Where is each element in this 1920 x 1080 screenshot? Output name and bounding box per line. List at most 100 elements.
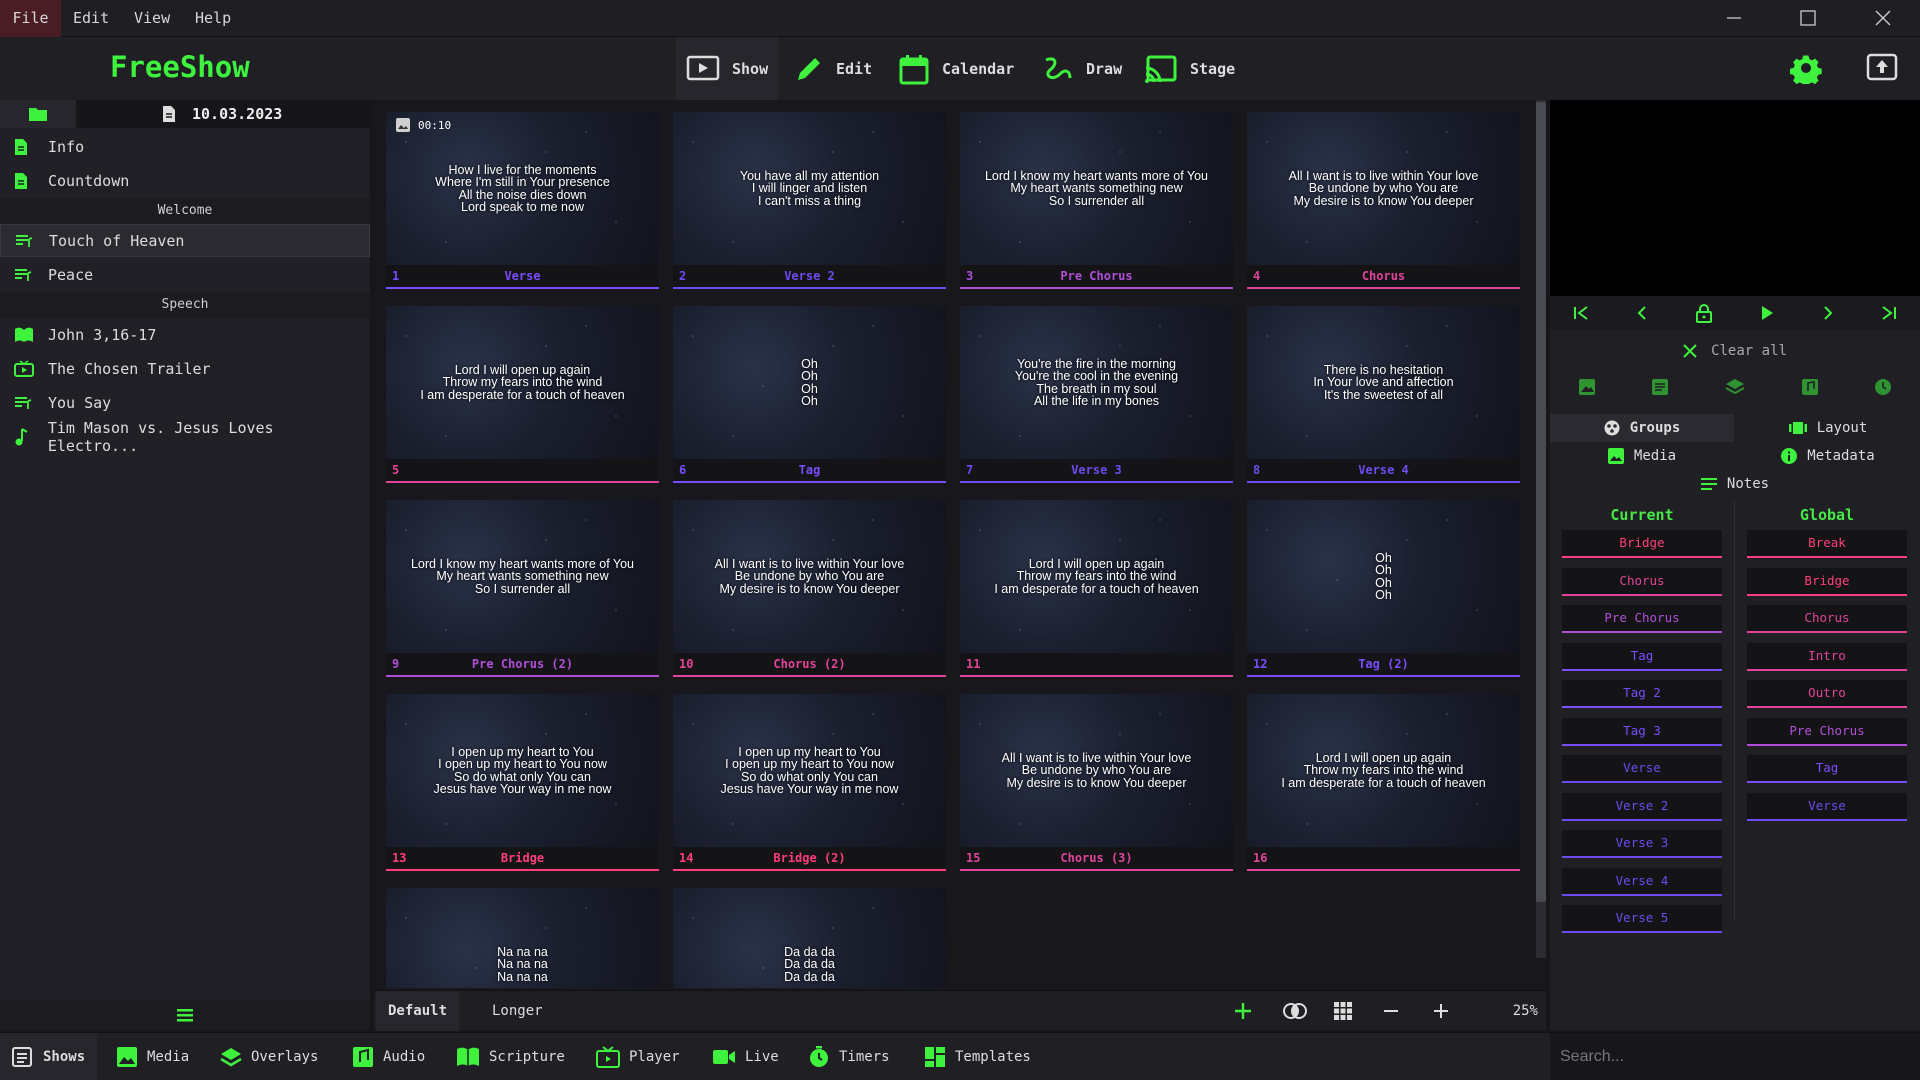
slide-card[interactable]: There is no hesitation In Your love and a… bbox=[1247, 306, 1520, 486]
drawer-tab-live[interactable]: Live bbox=[700, 1033, 791, 1080]
global-group-button[interactable]: Break bbox=[1747, 530, 1907, 558]
play-button[interactable] bbox=[1759, 305, 1775, 321]
slide-card[interactable]: Oh Oh Oh Oh 6 Tag bbox=[673, 306, 946, 486]
project-section-header[interactable]: Welcome bbox=[0, 198, 370, 224]
current-group-button[interactable]: Verse 2 bbox=[1562, 792, 1722, 821]
slide-card[interactable]: Lord I know my heart wants more of You My… bbox=[960, 112, 1233, 292]
previous-slide-button[interactable] bbox=[1634, 305, 1650, 321]
current-group-button[interactable]: Tag 2 bbox=[1562, 680, 1722, 708]
output-preview[interactable] bbox=[1550, 100, 1920, 296]
slide-card[interactable]: I open up my heart to You I open up my he… bbox=[673, 694, 946, 874]
project-item[interactable]: Touch of Heaven bbox=[0, 224, 370, 257]
menu-edit[interactable]: Edit bbox=[73, 0, 109, 37]
layout-tab-longer[interactable]: Longer bbox=[480, 991, 555, 1031]
add-layout-button[interactable] bbox=[1220, 991, 1266, 1031]
current-group-button[interactable]: Verse 3 bbox=[1562, 830, 1722, 858]
tab-notes[interactable]: Notes bbox=[1550, 470, 1920, 498]
drawer-tab-shows[interactable]: Shows bbox=[0, 1033, 98, 1080]
clear-all-button[interactable]: Clear all bbox=[1550, 336, 1920, 366]
grid-view-button[interactable] bbox=[1320, 991, 1366, 1031]
lock-button[interactable] bbox=[1695, 303, 1713, 323]
slide-card[interactable]: Lord I will open up again Throw my fears … bbox=[1247, 694, 1520, 874]
last-slide-button[interactable] bbox=[1881, 305, 1897, 321]
slide-card[interactable]: Lord I will open up again Throw my fears … bbox=[386, 306, 659, 486]
settings-button[interactable] bbox=[1790, 52, 1822, 84]
tab-metadata[interactable]: Metadata bbox=[1736, 442, 1920, 470]
global-group-button[interactable]: Intro bbox=[1747, 642, 1907, 671]
slide-card[interactable]: Na na na Na na na Na na na bbox=[386, 888, 659, 988]
nav-edit[interactable]: Edit bbox=[784, 37, 882, 100]
tab-media[interactable]: Media bbox=[1550, 442, 1734, 470]
nav-show[interactable]: Show bbox=[676, 37, 779, 100]
background-layer-button[interactable] bbox=[1578, 378, 1596, 396]
overlay-layer-button[interactable] bbox=[1725, 378, 1745, 396]
zoom-out-button[interactable] bbox=[1368, 991, 1414, 1031]
zoom-level[interactable]: 25% bbox=[1513, 991, 1538, 1031]
menu-view[interactable]: View bbox=[134, 0, 170, 37]
minimize-button[interactable] bbox=[1696, 0, 1770, 37]
nav-calendar[interactable]: Calendar bbox=[888, 37, 1024, 100]
close-window-button[interactable] bbox=[1846, 0, 1920, 37]
global-group-button[interactable]: Verse bbox=[1747, 792, 1907, 821]
first-slide-button[interactable] bbox=[1573, 305, 1589, 321]
slides-scrollbar[interactable] bbox=[1536, 100, 1546, 958]
scrollbar-thumb[interactable] bbox=[1536, 102, 1546, 902]
slide-card[interactable]: Da da da Da da da Da da da bbox=[673, 888, 946, 988]
layout-tab-default[interactable]: Default bbox=[376, 991, 460, 1031]
audio-layer-button[interactable] bbox=[1801, 378, 1819, 396]
slide-card[interactable]: I open up my heart to You I open up my he… bbox=[386, 694, 659, 874]
maximize-button[interactable] bbox=[1770, 0, 1844, 37]
slide-card[interactable]: All I want is to live within Your love Be… bbox=[1247, 112, 1520, 292]
slide-card[interactable]: How I live for the moments Where I'm stil… bbox=[386, 112, 659, 292]
current-group-button[interactable]: Tag bbox=[1562, 642, 1722, 671]
menu-help[interactable]: Help bbox=[195, 0, 231, 37]
projects-tab[interactable] bbox=[0, 100, 76, 128]
tab-groups[interactable]: Groups bbox=[1550, 414, 1734, 442]
slide-card[interactable]: All I want is to live within Your love Be… bbox=[673, 500, 946, 680]
timer-layer-button[interactable] bbox=[1874, 378, 1892, 396]
search-input[interactable] bbox=[1550, 1033, 1920, 1080]
current-group-button[interactable]: Chorus bbox=[1562, 567, 1722, 596]
drawer-tab-player[interactable]: Player bbox=[584, 1033, 692, 1080]
background-toggle-button[interactable] bbox=[1272, 991, 1318, 1031]
drawer-tab-overlays[interactable]: Overlays bbox=[208, 1033, 330, 1080]
project-item[interactable]: Tim Mason vs. Jesus Loves Electro... bbox=[0, 419, 370, 455]
next-slide-button[interactable] bbox=[1820, 305, 1836, 321]
project-menu-button[interactable] bbox=[0, 1000, 370, 1030]
project-item[interactable]: You Say bbox=[0, 386, 370, 419]
nav-stage[interactable]: Stage bbox=[1134, 37, 1245, 100]
project-item[interactable]: Info bbox=[0, 130, 370, 163]
current-group-button[interactable]: Pre Chorus bbox=[1562, 605, 1722, 633]
slide-layer-button[interactable] bbox=[1651, 378, 1669, 396]
slide-card[interactable]: Lord I know my heart wants more of You My… bbox=[386, 500, 659, 680]
drawer-tab-audio[interactable]: Audio bbox=[340, 1033, 437, 1080]
global-group-button[interactable]: Bridge bbox=[1747, 567, 1907, 596]
project-item[interactable]: John 3,16-17 bbox=[0, 318, 370, 351]
drawer-tab-scripture[interactable]: Scripture bbox=[444, 1033, 577, 1080]
tab-layout[interactable]: Layout bbox=[1736, 414, 1920, 442]
project-item[interactable]: Countdown bbox=[0, 164, 370, 197]
global-group-button[interactable]: Chorus bbox=[1747, 605, 1907, 633]
project-item[interactable]: Peace bbox=[0, 258, 370, 291]
project-section-header[interactable]: Speech bbox=[0, 292, 370, 318]
menu-file[interactable]: File bbox=[0, 0, 61, 37]
global-group-button[interactable]: Outro bbox=[1747, 680, 1907, 708]
output-button[interactable] bbox=[1866, 51, 1898, 83]
nav-draw[interactable]: Draw bbox=[1032, 37, 1132, 100]
global-group-button[interactable]: Pre Chorus bbox=[1747, 717, 1907, 746]
global-group-button[interactable]: Tag bbox=[1747, 755, 1907, 783]
slide-card[interactable]: You're the fire in the morning You're the… bbox=[960, 306, 1233, 486]
project-item[interactable]: The Chosen Trailer bbox=[0, 352, 370, 385]
current-group-button[interactable]: Verse bbox=[1562, 755, 1722, 783]
zoom-in-button[interactable] bbox=[1418, 991, 1464, 1031]
slide-card[interactable]: All I want is to live within Your love Be… bbox=[960, 694, 1233, 874]
slide-card[interactable]: Oh Oh Oh Oh 12 Tag (2) bbox=[1247, 500, 1520, 680]
current-group-button[interactable]: Verse 4 bbox=[1562, 867, 1722, 896]
current-group-button[interactable]: Verse 5 bbox=[1562, 905, 1722, 933]
drawer-tab-media[interactable]: Media bbox=[104, 1033, 201, 1080]
drawer-tab-timers[interactable]: Timers bbox=[796, 1033, 902, 1080]
current-group-button[interactable]: Tag 3 bbox=[1562, 717, 1722, 746]
slide-card[interactable]: You have all my attention I will linger a… bbox=[673, 112, 946, 292]
current-group-button[interactable]: Bridge bbox=[1562, 530, 1722, 558]
slide-card[interactable]: Lord I will open up again Throw my fears … bbox=[960, 500, 1233, 680]
